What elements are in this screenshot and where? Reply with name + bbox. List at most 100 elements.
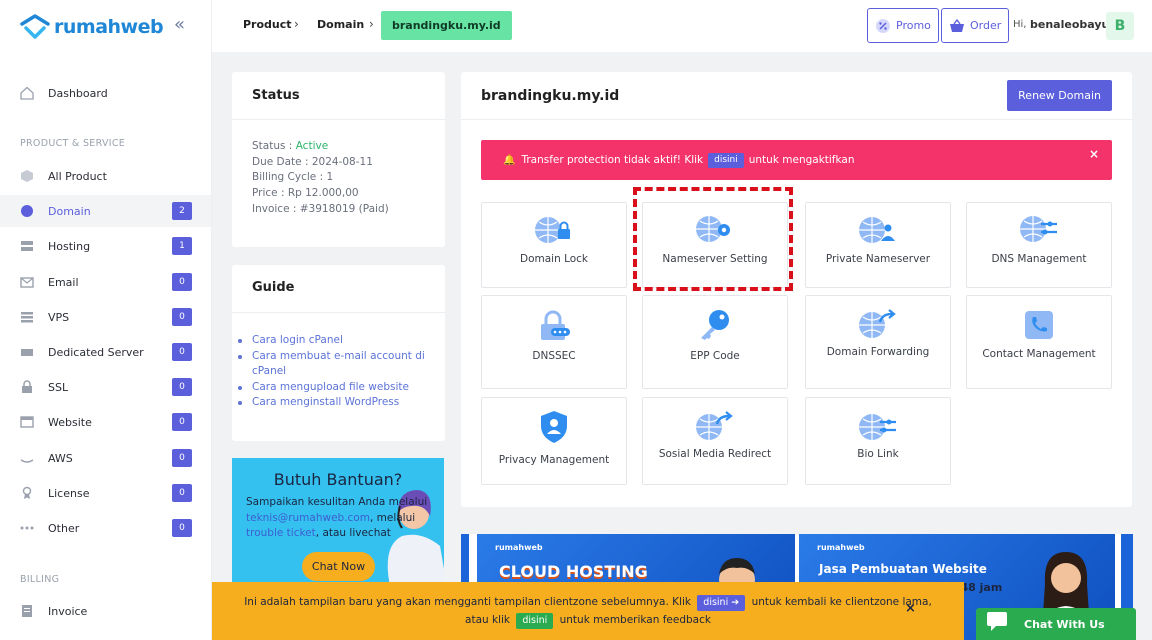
sidebar-item-all-product[interactable]: All Product [0,160,211,192]
basket-icon [950,18,964,32]
promo-button[interactable]: Promo [867,8,939,43]
tile-label: Contact Management [982,348,1096,360]
chat-with-us-button[interactable]: Chat With Us [976,608,1136,640]
help-text-part: , atau livechat [315,527,391,540]
due-date: Due Date : 2024-08-11 [252,155,373,168]
brand-name: rumahweb [54,16,164,38]
email-icon [20,275,34,289]
order-button[interactable]: Order [941,8,1010,43]
status-card: Status Status : Active Due Date : 2024-0… [232,72,445,247]
guide-link[interactable]: Cara menginstall WordPress [238,395,432,411]
guide-link[interactable]: Cara membuat e-mail account di cPanel [238,349,432,380]
lock-dots-icon [541,310,570,340]
tile-contact-management[interactable]: Contact Management [966,295,1112,389]
breadcrumb-product[interactable]: Product [243,18,292,31]
chevron-right-icon: › [294,17,299,31]
link-label: disini [703,597,729,608]
trouble-ticket-link[interactable]: trouble ticket [246,527,316,539]
count-badge: 0 [172,378,192,396]
notice-text-part: untuk memberikan feedback [559,614,711,626]
more-dots-icon [20,521,34,535]
sidebar-item-dedicated-server[interactable]: Dedicated Server 0 [0,336,211,368]
brand-logo[interactable]: rumahweb [20,12,164,42]
clientzone-notice: Ini adalah tampilan baru yang akan mengg… [212,582,964,640]
collapse-sidebar-icon[interactable]: « [174,14,185,35]
sidebar-item-domain[interactable]: Domain 2 [0,195,211,227]
tile-bio-link[interactable]: Bio Link [805,397,951,485]
notice-text-part: Ini adalah tampilan baru yang akan mengg… [244,596,691,608]
breadcrumb-domain[interactable]: Domain [317,18,364,31]
count-badge: 0 [172,343,192,361]
license-icon [20,486,34,500]
avatar[interactable]: B [1106,12,1134,40]
globe-forward-icon [696,411,733,440]
username[interactable]: benaleobayu [1030,18,1109,31]
dedicated-server-icon [20,345,34,359]
sidebar-item-label: Dashboard [48,86,108,100]
feedback-link[interactable]: disini [516,613,554,629]
guide-title: Guide [252,280,295,295]
sidebar: rumahweb « Dashboard PRODUCT & SERVICE A… [0,0,212,640]
sidebar-section-product: PRODUCT & SERVICE [20,138,126,149]
renew-domain-button[interactable]: Renew Domain [1007,80,1112,111]
alert-close-icon[interactable]: × [1089,147,1099,161]
promo-label: Promo [896,19,931,32]
sidebar-item-website[interactable]: Website 0 [0,406,211,438]
sidebar-item-label: All Product [48,169,107,183]
sidebar-item-other[interactable]: Other 0 [0,512,211,544]
count-badge: 0 [172,308,192,326]
status-title: Status [252,88,300,103]
tile-privacy-management[interactable]: Privacy Management [481,397,627,485]
home-icon [20,86,34,100]
globe-user-icon [859,217,895,243]
tile-domain-forwarding[interactable]: Domain Forwarding [805,295,951,389]
sidebar-item-label: VPS [48,310,70,324]
tile-epp-code[interactable]: EPP Code [642,295,788,389]
guide-link[interactable]: Cara login cPanel [238,333,432,349]
sidebar-item-hosting[interactable]: Hosting 1 [0,230,211,262]
red-dashed-highlight [633,187,793,291]
help-box: Butuh Bantuan? Sampaikan kesulitan Anda … [232,458,444,582]
sidebar-item-label: License [48,486,90,500]
sidebar-item-vps[interactable]: VPS 0 [0,301,211,333]
tile-dnssec[interactable]: DNSSEC [481,295,627,389]
banner-brand: rumahweb [495,543,543,552]
shield-user-icon [541,411,567,443]
chat-label: Chat With Us [1024,617,1105,631]
tile-private-nameserver[interactable]: Private Nameserver [805,202,951,288]
sidebar-item-aws[interactable]: AWS 0 [0,442,211,474]
divider [232,119,445,120]
sidebar-item-invoice[interactable]: Invoice [0,595,211,627]
support-email-link[interactable]: teknis@rumahweb.com [246,512,370,524]
sidebar-item-ssl[interactable]: SSL 0 [0,371,211,403]
notice-close-icon[interactable]: × [905,601,916,616]
sidebar-item-label: Domain [48,204,91,218]
tile-label: EPP Code [690,350,740,362]
tile-dns-management[interactable]: DNS Management [966,202,1112,288]
tile-domain-lock[interactable]: Domain Lock [481,202,627,288]
alert-disini-link[interactable]: disini [708,152,744,168]
invoice-icon [20,604,34,618]
help-title: Butuh Bantuan? [273,470,403,489]
sidebar-item-label: Invoice [48,604,88,618]
sidebar-item-email[interactable]: Email 0 [0,266,211,298]
count-badge: 1 [172,237,192,255]
count-badge: 0 [172,484,192,502]
aws-icon [20,451,34,465]
sidebar-item-license[interactable]: License 0 [0,477,211,509]
divider [461,119,1132,120]
domain-title: brandingku.my.id [481,88,620,104]
globe-sliders-icon [1020,216,1057,242]
box-icon [20,169,34,183]
alert-text: untuk mengaktifkan [748,154,855,166]
guide-link[interactable]: Cara mengupload file website [238,380,432,396]
count-badge: 0 [172,519,192,537]
chat-now-button[interactable]: Chat Now [302,552,375,581]
sidebar-item-dashboard[interactable]: Dashboard [0,77,211,109]
tile-label: DNSSEC [532,350,576,362]
status-line: Status : Active [252,139,389,155]
tile-sosial-media-redirect[interactable]: Sosial Media Redirect [642,397,788,485]
globe-forward-icon [859,309,896,338]
old-clientzone-link[interactable]: disini ➔ [697,595,746,611]
lock-icon [20,380,34,394]
